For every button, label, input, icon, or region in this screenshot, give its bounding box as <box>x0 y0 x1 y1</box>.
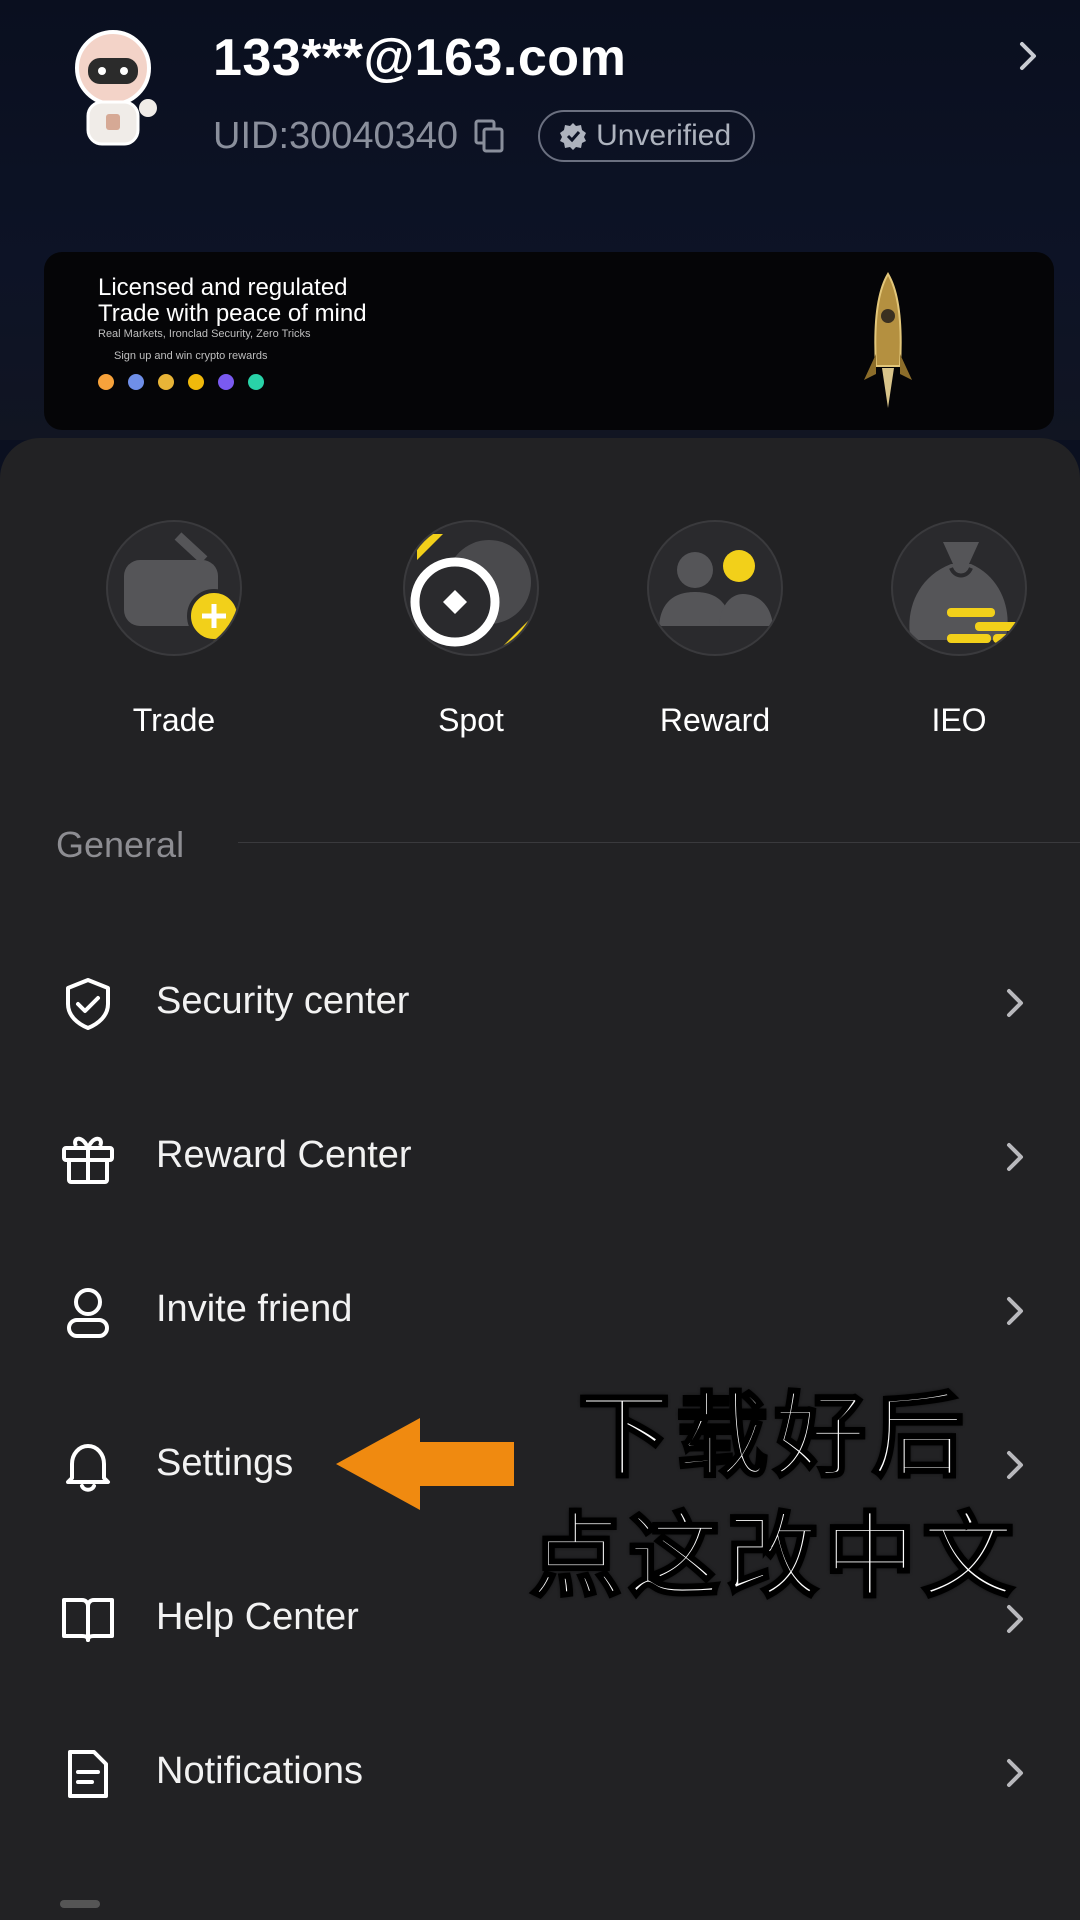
solana-icon <box>248 374 264 390</box>
next-item-peek <box>60 1900 100 1908</box>
wallet-add-icon <box>106 520 242 656</box>
spot-coin-icon <box>403 520 539 656</box>
quick-action-label: Trade <box>132 702 216 738</box>
link-icon <box>218 374 234 390</box>
verification-badge[interactable]: Unverified <box>538 110 756 162</box>
menu-item-invite-friend[interactable]: Invite friend <box>0 1260 1080 1360</box>
banner-coin-icons <box>98 374 264 390</box>
avatar[interactable] <box>58 28 168 156</box>
banner-subheadline: Trade with peace of mind <box>98 300 367 327</box>
shield-check-icon <box>66 978 110 1030</box>
bnb-icon <box>188 374 204 390</box>
chevron-right-icon <box>1007 1297 1023 1325</box>
bitcoin-icon <box>98 374 114 390</box>
account-email: 133***@163.com <box>213 29 627 87</box>
menu-item-label: Reward Center <box>156 1134 412 1176</box>
promo-banner[interactable]: Licensed and regulated Trade with peace … <box>44 252 1054 430</box>
verified-shield-icon <box>560 123 587 150</box>
banner-cta-text: Sign up and win crypto rewards <box>114 350 268 362</box>
quick-action-ieo[interactable]: IEO <box>889 520 1029 739</box>
chevron-right-icon <box>1007 1759 1023 1787</box>
gift-icon <box>62 1136 114 1184</box>
banner-tagline: Real Markets, Ironclad Security, Zero Tr… <box>98 328 311 340</box>
chevron-right-icon <box>1007 1143 1023 1171</box>
menu-item-label: Help Center <box>156 1596 359 1638</box>
banner-headline: Licensed and regulated <box>98 274 348 301</box>
annotation-text-line2: 点这改中文 <box>528 1505 1021 1610</box>
document-icon <box>68 1750 108 1798</box>
quick-action-label: IEO <box>931 702 987 738</box>
section-title-general: General <box>56 824 185 865</box>
menu-item-label: Notifications <box>156 1750 363 1792</box>
chevron-right-icon <box>1007 989 1023 1017</box>
ethereum-icon <box>128 374 144 390</box>
quick-action-trade[interactable]: Trade <box>104 520 244 739</box>
menu-item-label: Security center <box>156 980 410 1022</box>
money-bag-icon <box>891 520 1027 656</box>
menu-item-reward-center[interactable]: Reward Center <box>0 1106 1080 1206</box>
uid-row: UID:30040340 Unverified <box>213 108 756 164</box>
person-icon <box>67 1288 109 1338</box>
menu-item-label: Invite friend <box>156 1288 353 1330</box>
chevron-right-icon <box>1007 1451 1023 1479</box>
copy-icon[interactable] <box>474 119 504 153</box>
quick-action-reward[interactable]: Reward <box>645 520 785 739</box>
quick-action-spot[interactable]: Spot <box>401 520 541 739</box>
annotation-text-line1: 下载好后 <box>576 1385 971 1490</box>
badge-label: Unverified <box>596 119 732 152</box>
menu-item-security-center[interactable]: Security center <box>0 952 1080 1052</box>
quick-action-label: Spot <box>438 702 504 738</box>
uid-text: UID:30040340 <box>213 114 459 157</box>
users-reward-icon <box>647 520 783 656</box>
menu-item-notifications[interactable]: Notifications <box>0 1722 1080 1822</box>
rocket-icon <box>864 272 912 408</box>
quick-action-label: Reward <box>659 702 771 738</box>
section-divider <box>238 842 1080 843</box>
bell-icon <box>66 1444 110 1492</box>
chevron-right-icon[interactable] <box>1010 38 1046 74</box>
coin-icon <box>158 374 174 390</box>
book-icon <box>62 1598 114 1642</box>
profile-header: 133***@163.com UID:30040340 Unverified L… <box>0 0 1080 440</box>
orange-arrow-icon <box>336 1418 514 1510</box>
menu-item-label: Settings <box>156 1442 294 1484</box>
